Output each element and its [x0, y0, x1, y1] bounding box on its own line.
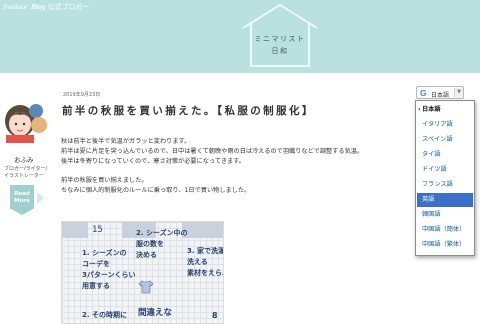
author-role: ブロガー/ライター/イラストレーター — [4, 166, 48, 179]
notebook-text: 決める — [136, 251, 157, 259]
notebook-header-bar — [182, 222, 223, 238]
language-option-english[interactable]: 英語 — [417, 193, 473, 207]
notebook-text: 洗える — [187, 258, 208, 266]
author-avatar[interactable] — [3, 97, 49, 143]
language-option-chinese-simplified[interactable]: 中国語（簡体） — [417, 223, 473, 237]
notebook-text: 1. シーズンの — [82, 249, 127, 257]
notebook-text: 2. シーズン中の — [136, 229, 188, 237]
notebook-text: 3パターンくらい — [82, 271, 136, 279]
notebook-header-bar — [62, 222, 88, 238]
post-paragraph: 前半の秋服を買い揃えました。 — [61, 177, 148, 185]
language-option-chinese-traditional[interactable]: 中国語（繁体） — [417, 238, 473, 252]
language-option-thai[interactable]: タイ語 — [417, 148, 473, 162]
read-more-arrow-icon — [37, 192, 44, 204]
language-option-french[interactable]: フランス語 — [417, 178, 473, 192]
language-option-korean[interactable]: 韓国語 — [417, 208, 473, 222]
language-option-italian[interactable]: イタリア語 — [417, 118, 473, 132]
language-select-label: 日本語 — [431, 91, 450, 99]
notebook-text: 8 — [212, 311, 218, 320]
language-select[interactable]: G 日本語 ▼ — [416, 86, 464, 99]
livedoor-blog-logo[interactable]: livedoor Blog 公式ブロガー — [3, 2, 90, 12]
chevron-down-icon[interactable]: ▼ — [454, 88, 463, 97]
notebook-page-number: 15 — [92, 225, 103, 235]
post-title[interactable]: 前半の秋服を買い揃えた。【私服の制服化】 — [62, 103, 315, 118]
post-paragraph: 後半は冬寄りになっていくので、寒さ対策が必要になってきます。 — [61, 157, 245, 165]
post-paragraph: 秋は前半と後半で気温がガラッと変わります。 — [61, 138, 191, 145]
notebook-col3: 3. 家で洗濯 洗える 素材をえらぶ — [187, 246, 224, 279]
site-title[interactable]: ミニマリスト 日和 — [244, 33, 316, 57]
read-more-label: Read More — [14, 191, 30, 204]
notebook-text: 服の数を — [136, 240, 164, 248]
notebook-text: 間違えな — [138, 308, 173, 318]
brand-blog-text: Blog — [31, 2, 46, 11]
notebook-text: 素材をえらぶ — [187, 269, 223, 277]
notebook-text: 3. 家で洗濯 — [187, 247, 224, 255]
language-option-japanese[interactable]: 日本語 — [417, 103, 473, 117]
notebook-text: 用意する — [82, 282, 110, 290]
post-paragraph: 前半は夏に片足を突っ込んでいるので、日中は暑くて朝晩や雨の日は冷えるので羽織りな… — [61, 147, 364, 155]
notebook-text: 2. その時期に — [82, 311, 127, 319]
site-title-line1: ミニマリスト — [254, 35, 306, 43]
brand-livedoor-text: livedoor — [3, 2, 28, 11]
language-option-spanish[interactable]: スペイン語 — [417, 133, 473, 147]
google-g-icon: G — [420, 88, 427, 98]
language-option-german[interactable]: ドイツ語 — [417, 163, 473, 177]
site-title-line2: 日和 — [271, 47, 289, 55]
notebook-col1: 1. シーズンの コーデを 3パターンくらい 用意する — [82, 248, 136, 292]
author-name[interactable]: おふみ — [14, 154, 34, 164]
post-body: 秋は前半と後半で気温がガラッと変わります。 前半は夏に片足を突っ込んでいるので、… — [61, 137, 391, 196]
shirt-icon — [138, 280, 154, 294]
post-date: 2019年9月23日 — [63, 92, 101, 98]
notebook-text: コーデを — [82, 260, 110, 268]
language-dropdown[interactable]: 日本語 イタリア語 スペイン語 タイ語 ドイツ語 フランス語 英語 韓国語 中国… — [415, 100, 475, 256]
post-paragraph: ちなみに個人的制服化のルールに乗っ取り、1日で買い物しました。 — [61, 187, 251, 195]
read-more-button[interactable]: Read More — [10, 185, 34, 215]
blog-header: livedoor Blog 公式ブロガー ミニマリスト 日和 — [0, 0, 480, 73]
notebook-col2: 2. シーズン中の 服の数を 決める — [136, 228, 188, 261]
notebook-photo: 15 1. シーズンの コーデを 3パターンくらい 用意する 2. その時期に … — [61, 221, 224, 324]
brand-official-text: 公式ブロガー — [47, 3, 90, 11]
